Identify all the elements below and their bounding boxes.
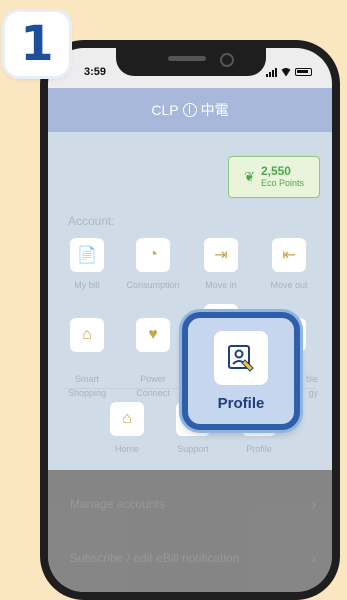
app-header: CLP 中電 — [48, 88, 332, 132]
profile-highlight-callout[interactable]: Profile — [182, 312, 300, 430]
grid-label: ble gy — [305, 374, 318, 398]
move-in-icon: ⇥ — [204, 238, 238, 272]
nav-home[interactable]: ⌂ Home — [98, 402, 156, 454]
grid-label: Power Connect — [136, 374, 170, 398]
heart-icon: ♥ — [136, 317, 170, 352]
chevron-right-icon: › — [311, 550, 316, 566]
brand-name-cn: 中電 — [200, 102, 229, 118]
status-icons — [266, 67, 312, 77]
menu-ebill-notification[interactable]: Subscribe / edit eBill notification › — [70, 546, 316, 570]
home-icon: ⌂ — [110, 402, 144, 436]
step-number: 1 — [20, 16, 54, 72]
nav-label: Home — [114, 444, 139, 454]
leaf-icon: ❦ — [244, 169, 255, 184]
clp-logo-icon — [182, 103, 197, 117]
eco-points-value: 2,550 — [260, 164, 291, 179]
grid-item-move-in[interactable]: ⇥ Move in — [192, 238, 250, 290]
gauge-icon: ◔ — [136, 238, 170, 272]
grid-label: Move in — [205, 280, 237, 290]
menu-manage-accounts[interactable]: Manage accounts › — [70, 492, 316, 516]
menu-label: Subscribe / edit eBill notification — [70, 551, 240, 565]
eco-points-badge[interactable]: ❦ 2,550 Eco Points — [228, 156, 320, 198]
move-out-icon: ⇤ — [272, 238, 306, 272]
grid-label: Consumption — [126, 280, 180, 290]
brand-name: CLP — [151, 102, 179, 118]
chevron-right-icon: › — [311, 496, 316, 512]
grid-item-consumption[interactable]: ◔ Consumption — [124, 238, 182, 290]
nav-label: Profile — [246, 444, 272, 454]
profile-label: Profile — [217, 394, 265, 412]
grid-item-my-bill[interactable]: 📄 My bill — [58, 238, 116, 290]
grid-label: Smart Shopping — [67, 374, 107, 398]
menu-label: Manage accounts — [70, 497, 165, 511]
grid-item-move-out[interactable]: ⇤ Move out — [260, 238, 318, 290]
nav-label: Support — [177, 444, 209, 454]
step-badge: 1 — [5, 12, 69, 76]
battery-icon — [295, 68, 312, 76]
grid-label: Move out — [270, 280, 308, 290]
grid-item-power-connect[interactable]: ♥ Power Connect — [124, 304, 182, 400]
profile-icon — [214, 330, 268, 385]
shop-icon: ⌂ — [70, 317, 104, 352]
grid-item-smart-shopping[interactable]: ⌂ Smart Shopping — [58, 304, 116, 400]
status-bar: 3:59 — [48, 48, 332, 88]
signal-icon — [266, 67, 277, 77]
dimmed-menu-area: Manage accounts › Subscribe / edit eBill… — [48, 470, 332, 592]
notch — [116, 48, 266, 76]
status-time: 3:59 — [84, 66, 107, 78]
eco-points-label: Eco Points — [260, 177, 304, 188]
account-label: Account: — [68, 214, 115, 228]
wifi-icon — [280, 68, 292, 77]
grid-label: My bill — [74, 280, 100, 290]
bill-icon: 📄 — [70, 238, 104, 272]
